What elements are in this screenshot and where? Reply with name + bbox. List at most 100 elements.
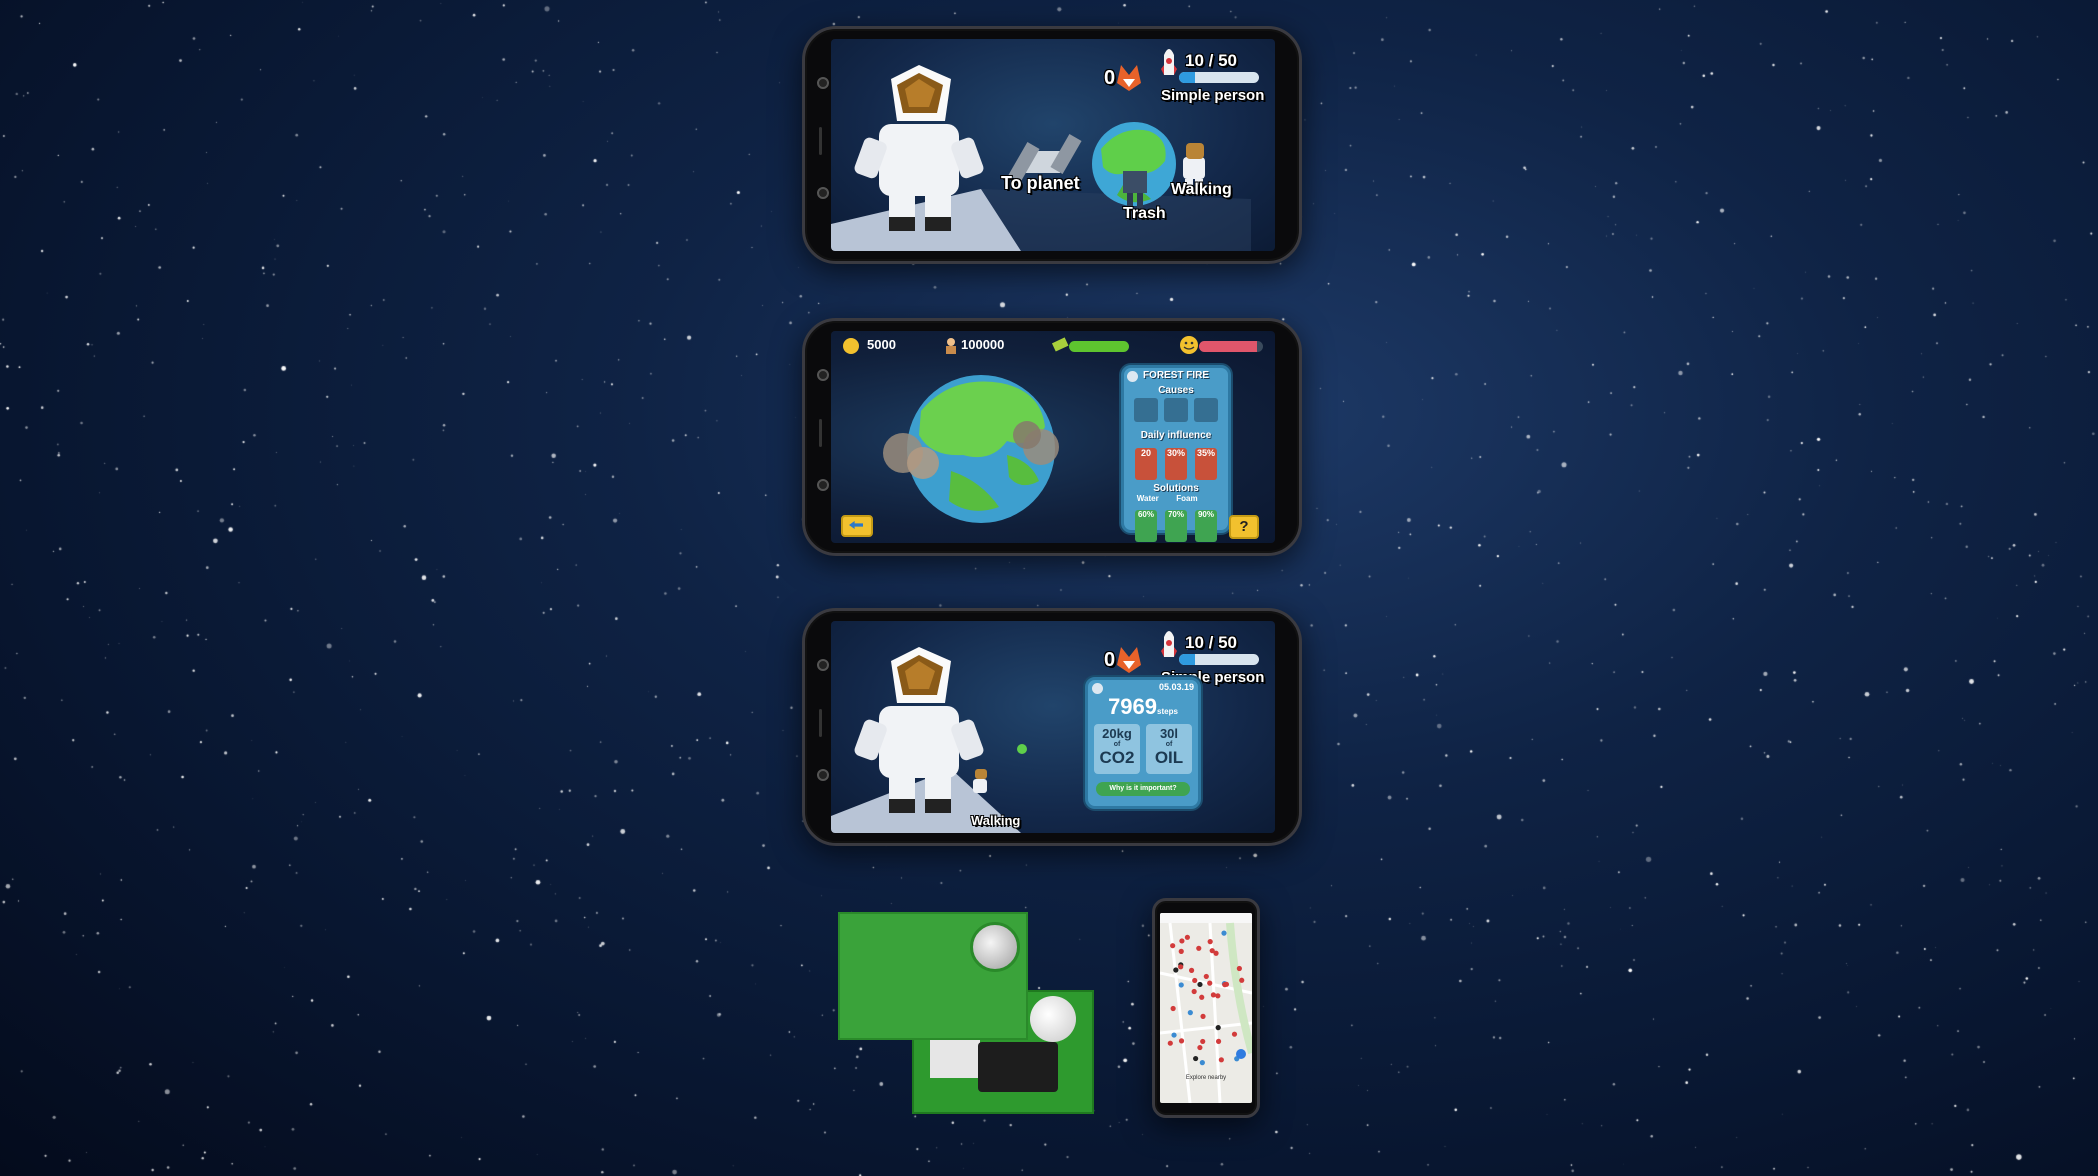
map-pin-icon[interactable]	[1197, 1044, 1203, 1051]
map-pin-icon[interactable]	[1191, 988, 1197, 995]
map-pin-icon[interactable]	[1170, 1005, 1176, 1012]
rocket-icon	[1161, 49, 1177, 75]
coin-icon	[843, 338, 859, 354]
trash-button[interactable]: Trash	[1123, 205, 1166, 223]
sensor-icon	[817, 187, 829, 199]
map-pin-icon[interactable]	[1210, 992, 1217, 998]
oil-label: OIL	[1154, 748, 1184, 767]
map-pin-icon[interactable]	[1215, 1038, 1222, 1044]
solution-foam: Foam	[1176, 494, 1198, 503]
map-pin-icon[interactable]	[1173, 967, 1179, 973]
steps-value: 7969	[1108, 694, 1158, 719]
daily-influence-heading: Daily influence	[1140, 430, 1212, 441]
solution-third-button[interactable]: 90%	[1195, 510, 1217, 542]
map-pin-icon[interactable]	[1178, 982, 1184, 988]
map-pin-icon[interactable]	[1193, 1055, 1199, 1062]
back-icon[interactable]	[1127, 371, 1138, 382]
bottle-icon	[1164, 398, 1188, 422]
map-pin-icon[interactable]	[1236, 965, 1242, 972]
walking-button[interactable]: Walking	[1171, 181, 1232, 199]
progress-bar	[1179, 654, 1259, 665]
map-pin-icon[interactable]	[1223, 981, 1230, 987]
sensor-dome-lid	[970, 922, 1020, 972]
rank-label: Simple person	[1161, 87, 1265, 104]
progress-fill	[1179, 654, 1195, 665]
map-pin-icon[interactable]	[1200, 1013, 1206, 1019]
sensor-icon	[817, 479, 829, 491]
map-pin-icon[interactable]	[1178, 964, 1184, 970]
map-pin-icon[interactable]	[1167, 1040, 1173, 1046]
sensor-icon	[817, 769, 829, 781]
steps-row: 7969steps	[1088, 694, 1198, 720]
explore-nearby-label[interactable]: Explore nearby	[1160, 1075, 1252, 1081]
rocket-icon	[1161, 631, 1177, 657]
progress-bar	[1179, 72, 1259, 83]
camera-icon	[817, 659, 829, 671]
map-pin-icon[interactable]	[1170, 943, 1176, 949]
breadboard	[930, 1034, 980, 1078]
circuit-board	[978, 1042, 1058, 1092]
progress-text: 10 / 50	[1185, 51, 1237, 70]
solution-water: Water	[1136, 494, 1159, 503]
oil-card: 30l of OIL	[1146, 724, 1192, 774]
map-pin-icon[interactable]	[1231, 1031, 1238, 1037]
happiness-bar-fill	[1199, 341, 1257, 352]
map-screen: Explore nearby	[1160, 913, 1252, 1103]
speaker-slot	[819, 127, 822, 155]
map-pin-icon[interactable]	[1196, 945, 1202, 951]
co2-amount: 20kg	[1102, 726, 1132, 741]
speaker-slot	[819, 709, 822, 737]
game-screen-3: 0 10 / 50 Simple person Walking 05.03.19…	[831, 621, 1275, 833]
to-planet-button[interactable]: To planet	[1001, 173, 1080, 194]
progress-fill	[1179, 72, 1195, 83]
coins-value: 5000	[867, 337, 896, 352]
money-bar	[1069, 341, 1129, 352]
back-icon[interactable]	[1092, 683, 1103, 694]
hardware-device-photo	[838, 912, 1094, 1114]
map-pin-icon[interactable]	[1200, 1038, 1206, 1045]
oil-amount: 30l	[1159, 726, 1179, 741]
map-pin-icon[interactable]	[1218, 1057, 1224, 1063]
game-screen-2: 5000 100000 FOREST FIRE Causes Daily inf…	[831, 331, 1275, 543]
help-button[interactable]: ?	[1229, 515, 1259, 539]
influence-row: 20 30% 35%	[1124, 443, 1228, 480]
map-pin-icon[interactable]	[1179, 938, 1185, 944]
forest-fire-panel: FOREST FIRE Causes Daily influence 20 30%…	[1121, 365, 1231, 542]
map-pin-icon[interactable]	[1188, 967, 1195, 973]
money-icon	[1051, 337, 1069, 352]
map-pin-icon[interactable]	[1199, 994, 1205, 1000]
why-important-button[interactable]: Why is it important?	[1096, 782, 1190, 796]
happiness-bar	[1199, 341, 1263, 352]
back-arrow-button[interactable]	[841, 515, 873, 537]
steps-unit: steps	[1157, 707, 1178, 716]
map-pin-icon[interactable]	[1215, 993, 1221, 999]
map-pin-icon[interactable]	[1184, 934, 1190, 940]
game-screen-1: 0 10 / 50 Simple person To planet Trash …	[831, 39, 1275, 251]
map-pin-icon[interactable]	[1192, 977, 1198, 984]
map-pin-icon[interactable]	[1171, 1032, 1177, 1038]
oil-of: of	[1165, 741, 1173, 748]
person-icon	[946, 338, 956, 354]
map-pin-icon[interactable]	[1221, 930, 1227, 936]
solution-water-button[interactable]: 60%	[1135, 510, 1157, 542]
co2-label: CO2	[1099, 748, 1135, 767]
map-pin-icon[interactable]	[1207, 939, 1213, 945]
camera-icon	[817, 369, 829, 381]
map-pin-icon[interactable]	[1239, 977, 1245, 983]
map-pin-icon[interactable]	[1203, 973, 1209, 980]
lighter-icon	[1194, 398, 1218, 422]
location-button[interactable]	[1236, 1049, 1246, 1059]
map-pin-icon[interactable]	[1209, 948, 1215, 954]
map-pin-icon[interactable]	[1207, 980, 1213, 986]
map-pin-icon[interactable]	[1199, 1060, 1205, 1066]
solution-foam-button[interactable]: 70%	[1165, 510, 1187, 542]
map-pin-icon[interactable]	[1178, 948, 1184, 954]
map-pin-icon[interactable]	[1178, 1038, 1185, 1044]
map-pin-icon[interactable]	[1197, 981, 1203, 988]
smiley-icon	[1180, 336, 1198, 354]
map-pin-icon[interactable]	[1187, 1010, 1193, 1016]
walking-button[interactable]: Walking	[971, 813, 1020, 828]
map-pin-icon[interactable]	[1215, 1025, 1221, 1031]
solution-names: Water Foam	[1124, 494, 1228, 503]
walking-astronaut-icon	[973, 769, 987, 793]
